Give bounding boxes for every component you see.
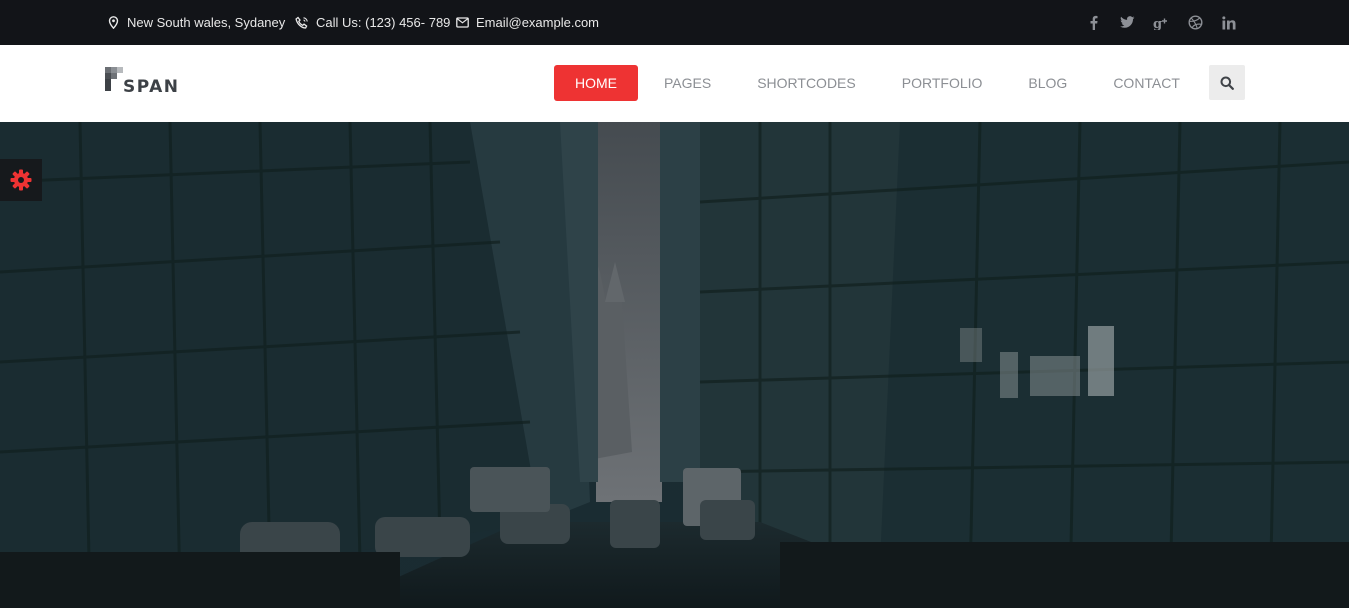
nav-item-pages[interactable]: PAGES xyxy=(664,65,711,101)
nav-item-portfolio[interactable]: PORTFOLIO xyxy=(902,65,983,101)
google-plus-icon[interactable]: g xyxy=(1153,15,1169,31)
nav-item-contact[interactable]: CONTACT xyxy=(1113,65,1180,101)
top-info-bar: New South wales, Sydaney Call Us: (123) … xyxy=(0,0,1349,45)
search-icon xyxy=(1220,76,1234,90)
phone-text: Call Us: (123) 456- 789 xyxy=(316,15,451,30)
social-links: g xyxy=(1085,0,1237,45)
city-street-background xyxy=(0,122,1349,608)
nav-item-shortcodes[interactable]: SHORTCODES xyxy=(757,65,856,101)
gear-icon xyxy=(10,169,32,191)
dribbble-icon[interactable] xyxy=(1187,15,1203,31)
svg-text:g: g xyxy=(1153,17,1162,30)
envelope-icon xyxy=(455,16,469,30)
email-text[interactable]: Email@example.com xyxy=(476,15,599,30)
phone-info: Call Us: (123) 456- 789 xyxy=(295,0,450,45)
search-button[interactable] xyxy=(1209,65,1245,100)
main-navbar: SPAN HOME PAGES SHORTCODES PORTFOLIO BLO… xyxy=(0,45,1349,122)
hero-banner xyxy=(0,122,1349,608)
phone-icon xyxy=(295,16,309,30)
site-logo[interactable]: SPAN xyxy=(105,67,195,101)
address-text: New South wales, Sydaney xyxy=(127,15,286,30)
settings-toggle[interactable] xyxy=(0,159,42,201)
address-info: New South wales, Sydaney xyxy=(106,0,285,45)
nav-item-blog[interactable]: BLOG xyxy=(1028,65,1067,101)
nav-item-home[interactable]: HOME xyxy=(554,65,638,101)
linkedin-icon[interactable] xyxy=(1221,15,1237,31)
facebook-icon[interactable] xyxy=(1085,15,1101,31)
logo-text: SPAN xyxy=(123,77,180,97)
logo-mark-icon xyxy=(105,67,123,91)
location-pin-icon xyxy=(106,16,120,30)
primary-menu: HOME PAGES SHORTCODES PORTFOLIO BLOG CON… xyxy=(554,65,1180,101)
twitter-icon[interactable] xyxy=(1119,15,1135,31)
email-info[interactable]: Email@example.com xyxy=(455,0,599,45)
